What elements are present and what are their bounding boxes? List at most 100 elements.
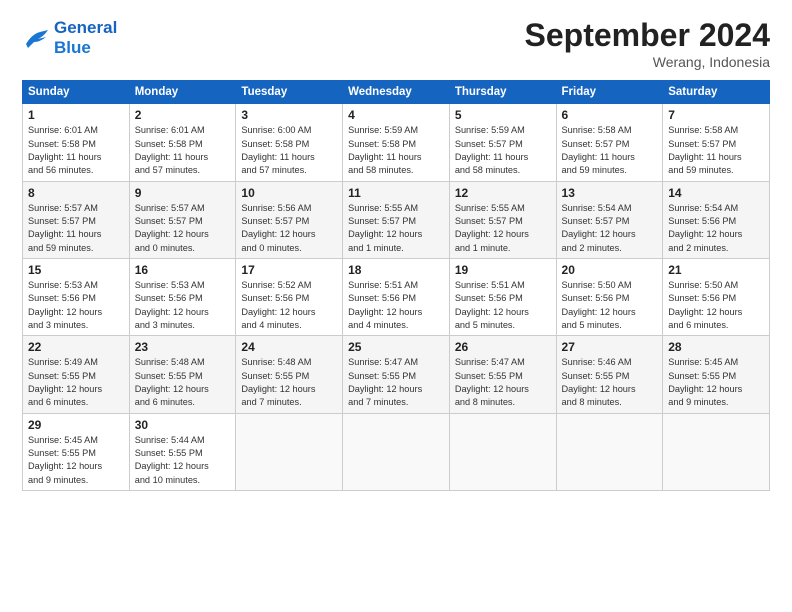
cell-info: Sunrise: 5:55 AM: [348, 202, 444, 215]
cell-info: Sunset: 5:57 PM: [455, 138, 551, 151]
day-number: 16: [135, 263, 231, 277]
cell-info: Sunset: 5:56 PM: [348, 292, 444, 305]
cell-info: and 1 minute.: [348, 242, 444, 255]
cell-info: Sunrise: 5:53 AM: [135, 279, 231, 292]
cell-info: Sunrise: 6:01 AM: [135, 124, 231, 137]
cell-info: Daylight: 12 hours: [668, 228, 764, 241]
day-number: 11: [348, 186, 444, 200]
cell-info: Sunset: 5:57 PM: [668, 138, 764, 151]
cell-info: Daylight: 11 hours: [28, 228, 124, 241]
header-friday: Friday: [556, 81, 663, 104]
cell-info: Daylight: 12 hours: [562, 228, 658, 241]
day-number: 22: [28, 340, 124, 354]
cell-info: and 7 minutes.: [241, 396, 337, 409]
cell-info: Sunrise: 5:53 AM: [28, 279, 124, 292]
calendar-cell: 29Sunrise: 5:45 AMSunset: 5:55 PMDayligh…: [23, 413, 130, 490]
cell-info: Daylight: 12 hours: [28, 306, 124, 319]
cell-info: and 2 minutes.: [562, 242, 658, 255]
cell-info: Sunrise: 5:47 AM: [455, 356, 551, 369]
header-saturday: Saturday: [663, 81, 770, 104]
cell-info: Daylight: 12 hours: [135, 306, 231, 319]
cell-info: and 57 minutes.: [135, 164, 231, 177]
calendar-cell: 20Sunrise: 5:50 AMSunset: 5:56 PMDayligh…: [556, 258, 663, 335]
month-title: September 2024: [525, 18, 770, 53]
day-number: 6: [562, 108, 658, 122]
cell-info: Sunset: 5:57 PM: [28, 215, 124, 228]
day-number: 9: [135, 186, 231, 200]
calendar-cell: 25Sunrise: 5:47 AMSunset: 5:55 PMDayligh…: [343, 336, 450, 413]
day-number: 2: [135, 108, 231, 122]
calendar-cell: 12Sunrise: 5:55 AMSunset: 5:57 PMDayligh…: [449, 181, 556, 258]
cell-info: and 58 minutes.: [348, 164, 444, 177]
calendar-cell: 30Sunrise: 5:44 AMSunset: 5:55 PMDayligh…: [129, 413, 236, 490]
calendar-cell: 19 Sunrise: 5:51 AMSunset: 5:56 PMDayligh…: [449, 258, 556, 335]
cell-info: Daylight: 12 hours: [455, 228, 551, 241]
cell-info: Daylight: 12 hours: [241, 228, 337, 241]
page-header: General Blue September 2024 Werang, Indo…: [22, 18, 770, 70]
day-number: 27: [562, 340, 658, 354]
cell-info: Daylight: 12 hours: [348, 306, 444, 319]
calendar-cell: 22Sunrise: 5:49 AMSunset: 5:55 PMDayligh…: [23, 336, 130, 413]
cell-info: Daylight: 11 hours: [455, 151, 551, 164]
day-number: 26: [455, 340, 551, 354]
cell-info: and 3 minutes.: [135, 319, 231, 332]
calendar-cell: 6Sunrise: 5:58 AMSunset: 5:57 PMDaylight…: [556, 104, 663, 181]
cell-info: Sunset: 5:56 PM: [241, 292, 337, 305]
header-thursday: Thursday: [449, 81, 556, 104]
cell-info: Sunrise: 5:58 AM: [668, 124, 764, 137]
logo-text: General Blue: [54, 18, 117, 57]
calendar-cell: 14Sunrise: 5:54 AMSunset: 5:56 PMDayligh…: [663, 181, 770, 258]
header-tuesday: Tuesday: [236, 81, 343, 104]
calendar-cell: 8Sunrise: 5:57 AMSunset: 5:57 PMDaylight…: [23, 181, 130, 258]
calendar-header-row: Sunday Monday Tuesday Wednesday Thursday…: [23, 81, 770, 104]
cell-info: Daylight: 11 hours: [28, 151, 124, 164]
header-sunday: Sunday: [23, 81, 130, 104]
cell-info: Sunset: 5:55 PM: [28, 370, 124, 383]
cell-info: Sunset: 5:58 PM: [28, 138, 124, 151]
cell-info: Daylight: 12 hours: [668, 306, 764, 319]
cell-info: Daylight: 11 hours: [562, 151, 658, 164]
calendar-cell: 3Sunrise: 6:00 AMSunset: 5:58 PMDaylight…: [236, 104, 343, 181]
day-number: 12: [455, 186, 551, 200]
cell-info: Sunrise: 5:51 AM: [348, 279, 444, 292]
calendar-table: Sunday Monday Tuesday Wednesday Thursday…: [22, 80, 770, 491]
cell-info: and 6 minutes.: [668, 319, 764, 332]
cell-info: Sunset: 5:58 PM: [241, 138, 337, 151]
day-number: 8: [28, 186, 124, 200]
day-number: 18: [348, 263, 444, 277]
day-number: 23: [135, 340, 231, 354]
day-number: 19: [455, 263, 551, 277]
cell-info: and 5 minutes.: [562, 319, 658, 332]
cell-info: and 0 minutes.: [241, 242, 337, 255]
cell-info: Sunset: 5:56 PM: [28, 292, 124, 305]
day-number: 4: [348, 108, 444, 122]
day-number: 15: [28, 263, 124, 277]
cell-info: Daylight: 11 hours: [348, 151, 444, 164]
cell-info: Sunset: 5:57 PM: [348, 215, 444, 228]
calendar-cell: 24Sunrise: 5:48 AMSunset: 5:55 PMDayligh…: [236, 336, 343, 413]
cell-info: and 2 minutes.: [668, 242, 764, 255]
calendar-cell: 27Sunrise: 5:46 AMSunset: 5:55 PMDayligh…: [556, 336, 663, 413]
cell-info: and 9 minutes.: [668, 396, 764, 409]
cell-info: and 8 minutes.: [455, 396, 551, 409]
cell-info: Sunset: 5:56 PM: [455, 292, 551, 305]
cell-info: and 5 minutes.: [455, 319, 551, 332]
cell-info: Sunset: 5:56 PM: [668, 215, 764, 228]
cell-info: Daylight: 12 hours: [562, 306, 658, 319]
cell-info: and 4 minutes.: [241, 319, 337, 332]
cell-info: and 9 minutes.: [28, 474, 124, 487]
calendar-cell: 21Sunrise: 5:50 AMSunset: 5:56 PMDayligh…: [663, 258, 770, 335]
cell-info: Sunset: 5:56 PM: [135, 292, 231, 305]
cell-info: Sunrise: 5:51 AM: [455, 279, 551, 292]
calendar-cell: 28Sunrise: 5:45 AMSunset: 5:55 PMDayligh…: [663, 336, 770, 413]
cell-info: Sunset: 5:57 PM: [241, 215, 337, 228]
cell-info: Daylight: 12 hours: [28, 383, 124, 396]
cell-info: and 6 minutes.: [135, 396, 231, 409]
cell-info: Sunset: 5:58 PM: [348, 138, 444, 151]
cell-info: Daylight: 12 hours: [455, 383, 551, 396]
cell-info: Daylight: 12 hours: [455, 306, 551, 319]
cell-info: Sunrise: 5:55 AM: [455, 202, 551, 215]
day-number: 13: [562, 186, 658, 200]
cell-info: Sunset: 5:55 PM: [241, 370, 337, 383]
cell-info: Sunset: 5:57 PM: [562, 215, 658, 228]
